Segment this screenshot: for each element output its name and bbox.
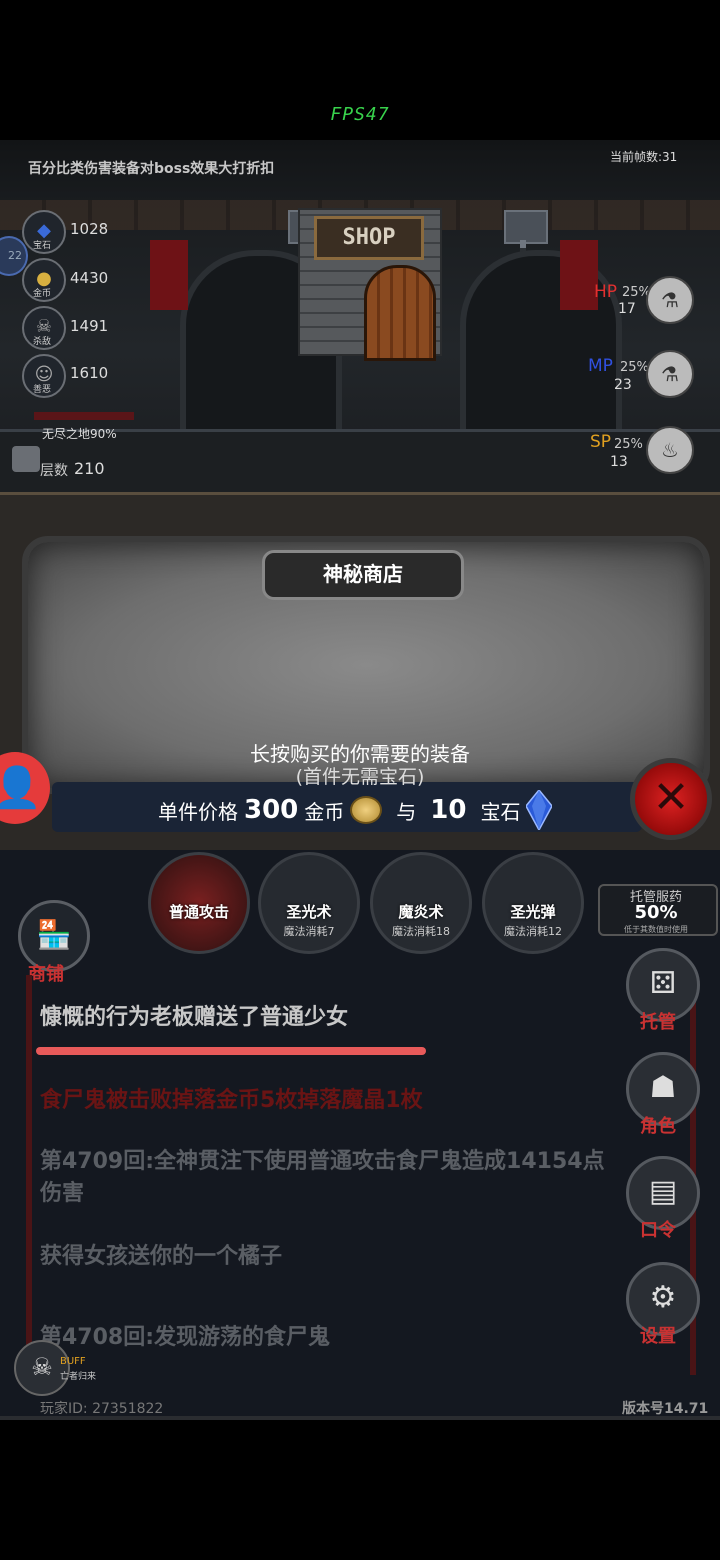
log-entry: 第4709回:全神贯注下使用普通攻击食尸鬼造成14154点伤害: [40, 1149, 605, 1206]
coin-icon: [350, 796, 383, 824]
version-number: 版本号14.71: [622, 1401, 709, 1417]
skill-name: 魔炎术: [398, 903, 444, 921]
price-conjunction: 与: [396, 799, 417, 824]
log-entry: 慷慨的行为老板赠送了普通少女: [40, 1005, 349, 1030]
floor-label: 层数: [40, 463, 68, 479]
character-label[interactable]: 角色: [640, 1112, 676, 1138]
skill-fire-magic[interactable]: 魔炎术 魔法消耗18: [370, 852, 472, 954]
price-prefix: 单件价格: [158, 799, 238, 824]
mp-potion-icon[interactable]: ⚗: [646, 350, 694, 398]
skill-cost: 魔法消耗12: [504, 925, 562, 938]
red-banner: [150, 240, 188, 310]
gem-price: 10: [430, 795, 467, 825]
floor-value: 210: [74, 459, 105, 478]
sp-label: SP: [590, 432, 612, 452]
gold-price: 300: [244, 795, 299, 825]
karma-count: 1610: [70, 364, 109, 382]
log-entry: 第4708回:发现游荡的食尸鬼: [40, 1325, 331, 1350]
hp-label: HP: [594, 282, 618, 302]
player-id: 玩家ID: 27351822: [40, 1401, 164, 1417]
skill-normal-attack[interactable]: 普通攻击: [148, 852, 250, 954]
notice-text: 百分比类伤害装备对boss效果大打折扣: [28, 161, 275, 177]
skill-name: 圣光弹: [510, 903, 556, 921]
red-banner: [560, 240, 598, 310]
close-dialog-button[interactable]: ✕: [630, 758, 712, 840]
resource-tag: 杀敌: [32, 337, 51, 347]
dialog-title: 神秘商店: [262, 550, 464, 600]
skill-name: 普通攻击: [168, 903, 229, 921]
code-label[interactable]: 口令: [640, 1216, 676, 1242]
shop-button-label[interactable]: 商铺: [28, 960, 64, 986]
hp-potion-icon[interactable]: ⚗: [646, 276, 694, 324]
sp-food-icon[interactable]: ♨: [646, 426, 694, 474]
gem-count: 1028: [70, 220, 109, 238]
sp-value: 13: [610, 454, 628, 470]
gem-unit: 宝石: [480, 799, 521, 824]
gem-icon: [526, 790, 553, 830]
kill-count: 1491: [70, 317, 109, 335]
highlight-underline: [36, 1047, 426, 1055]
log-border-left: [26, 975, 32, 1375]
sp-percent: 25%: [614, 437, 643, 452]
buff-label: BUFF: [60, 1356, 86, 1367]
settings-label[interactable]: 设置: [640, 1322, 676, 1348]
shop-door[interactable]: [364, 265, 436, 361]
skill-cost: 魔法消耗18: [392, 925, 450, 938]
shop-sign: SHOP: [314, 216, 424, 260]
frame-count: 当前帧数:31: [610, 150, 678, 164]
skill-holy-light[interactable]: 圣光术 魔法消耗7: [258, 852, 360, 954]
fps-counter: FPS47: [330, 104, 390, 125]
buff-name: 亡者归来: [60, 1372, 97, 1382]
auto-play-label[interactable]: 托管: [640, 1008, 676, 1034]
stairs-icon: [12, 446, 40, 472]
resource-tag: 金币: [32, 289, 51, 299]
log-entry: 食尸鬼被击败掉落金币5枚掉落魔晶1枚: [40, 1088, 423, 1113]
footer-divider: [0, 1416, 720, 1420]
skill-cost: 魔法消耗7: [283, 925, 335, 938]
resource-tag: 宝石: [32, 241, 51, 251]
mp-label: MP: [588, 356, 613, 376]
price-row: 单件价格 300 金币 与 10 宝石: [158, 790, 553, 830]
skill-holy-bolt[interactable]: 圣光弹 魔法消耗12: [482, 852, 584, 954]
mp-percent: 25%: [620, 360, 649, 375]
gold-unit: 金币: [304, 799, 345, 824]
skill-name: 圣光术: [286, 903, 332, 921]
zone-name: 无尽之地90%: [42, 427, 117, 441]
hp-value: 17: [618, 301, 636, 317]
log-entry: 获得女孩送你的一个橘子: [40, 1244, 283, 1269]
auto-potion-value[interactable]: 50%: [598, 902, 714, 923]
auto-potion-note: 低于其数值时使用: [624, 925, 688, 934]
zone-progress-bar: [34, 412, 134, 420]
resource-tag: 善恶: [32, 385, 51, 395]
gold-count: 4430: [70, 269, 109, 287]
mp-value: 23: [614, 377, 632, 393]
pillar-cap: [504, 210, 548, 244]
dialog-note: (首件无需宝石): [295, 766, 425, 788]
skull-buff-icon[interactable]: ☠: [14, 1340, 70, 1396]
